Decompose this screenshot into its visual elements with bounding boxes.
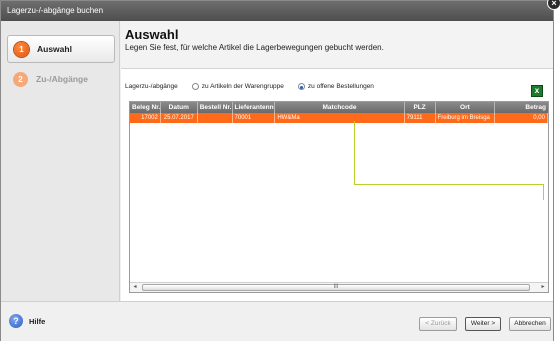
title-bar: Lagerzu-/-abgänge buchen bbox=[1, 1, 553, 21]
column-header[interactable]: Matchcode bbox=[275, 102, 405, 113]
column-header[interactable]: PLZ bbox=[405, 102, 436, 113]
main-panel: Auswahl Legen Sie fest, für welche Artik… bbox=[121, 21, 553, 301]
column-header[interactable]: Bestell Nr. bbox=[198, 102, 233, 113]
help-button[interactable]: ? Hilfe bbox=[9, 314, 45, 328]
step-label-zu-abgaenge: Zu-/Abgänge bbox=[36, 74, 88, 84]
scroll-thumb[interactable]: III bbox=[142, 284, 530, 291]
radio-offene-bestellungen[interactable]: zu offene Bestellungen bbox=[297, 83, 374, 90]
annotation-line-horizontal bbox=[354, 184, 543, 185]
back-button[interactable]: < Zurück bbox=[419, 317, 457, 331]
dialog-window: Lagerzu-/-abgänge buchen 1 Auswahl 2 Zu-… bbox=[0, 0, 554, 341]
scroll-right-icon[interactable]: ▸ bbox=[538, 283, 548, 292]
help-icon: ? bbox=[9, 314, 23, 328]
annotation-line-end bbox=[543, 184, 544, 200]
table-cell: 0,00 bbox=[495, 113, 548, 123]
wizard-sidebar: 1 Auswahl 2 Zu-/Abgänge bbox=[1, 21, 120, 301]
step-number-1: 1 bbox=[14, 41, 29, 57]
table-row[interactable]: 17002 25.07.2017 70001 HW&Ma 79111 Freib… bbox=[130, 113, 548, 123]
column-header[interactable]: Betrag bbox=[495, 102, 548, 113]
column-header[interactable]: Beleg Nr. bbox=[130, 102, 161, 113]
window-title: Lagerzu-/-abgänge buchen bbox=[7, 6, 104, 15]
cancel-button[interactable]: Abbrechen bbox=[509, 317, 551, 331]
horizontal-scrollbar[interactable]: ◂ III ▸ bbox=[130, 282, 548, 292]
filter-label: Lagerzu-/abgänge bbox=[125, 83, 178, 90]
column-header[interactable]: Ort bbox=[436, 102, 496, 113]
step-zu-abgaenge[interactable]: 2 Zu-/Abgänge bbox=[7, 65, 115, 93]
excel-export-icon[interactable]: x bbox=[531, 85, 543, 97]
table-cell: 79111 bbox=[405, 113, 436, 123]
step-auswahl[interactable]: 1 Auswahl bbox=[7, 35, 115, 63]
dialog-footer: ? Hilfe < Zurück Weiter > Abbrechen bbox=[1, 301, 553, 341]
annotation-line-vertical bbox=[354, 121, 355, 184]
step-number-2: 2 bbox=[13, 71, 28, 87]
radio-warengruppe[interactable]: zu Artikeln der Warengruppe bbox=[191, 83, 284, 90]
radio-warengruppe-label: zu Artikeln der Warengruppe bbox=[201, 83, 284, 90]
radio-offene-bestellungen-button[interactable] bbox=[297, 83, 305, 90]
table-cell: 70001 bbox=[233, 113, 276, 123]
step-label-auswahl: Auswahl bbox=[37, 44, 72, 54]
page-title: Auswahl bbox=[125, 27, 179, 42]
radio-warengruppe-button[interactable] bbox=[191, 83, 199, 90]
column-header[interactable]: Lieferantennr. bbox=[233, 102, 276, 113]
page-header: Auswahl Legen Sie fest, für welche Artik… bbox=[121, 21, 553, 69]
table-cell: HW&Ma bbox=[275, 113, 405, 123]
help-label: Hilfe bbox=[29, 316, 46, 326]
scroll-grip: III bbox=[333, 284, 339, 290]
scroll-left-icon[interactable]: ◂ bbox=[130, 283, 140, 292]
close-icon[interactable]: × bbox=[547, 0, 560, 10]
table-cell: 17002 bbox=[130, 113, 161, 123]
page-subtitle: Legen Sie fest, für welche Artikel die L… bbox=[125, 43, 384, 52]
table-cell bbox=[198, 113, 233, 123]
radio-offene-bestellungen-label: zu offene Bestellungen bbox=[307, 83, 374, 90]
column-header[interactable]: Datum bbox=[161, 102, 198, 113]
table-header: Beleg Nr. Datum Bestell Nr. Lieferantenn… bbox=[130, 102, 548, 113]
orders-table: Beleg Nr. Datum Bestell Nr. Lieferantenn… bbox=[129, 101, 549, 293]
next-button[interactable]: Weiter > bbox=[465, 317, 501, 331]
filter-row: Lagerzu-/abgänge zu Artikeln der Warengr… bbox=[125, 83, 374, 90]
table-cell: Freiburg im Breisga bbox=[436, 113, 496, 123]
table-cell: 25.07.2017 bbox=[161, 113, 198, 123]
